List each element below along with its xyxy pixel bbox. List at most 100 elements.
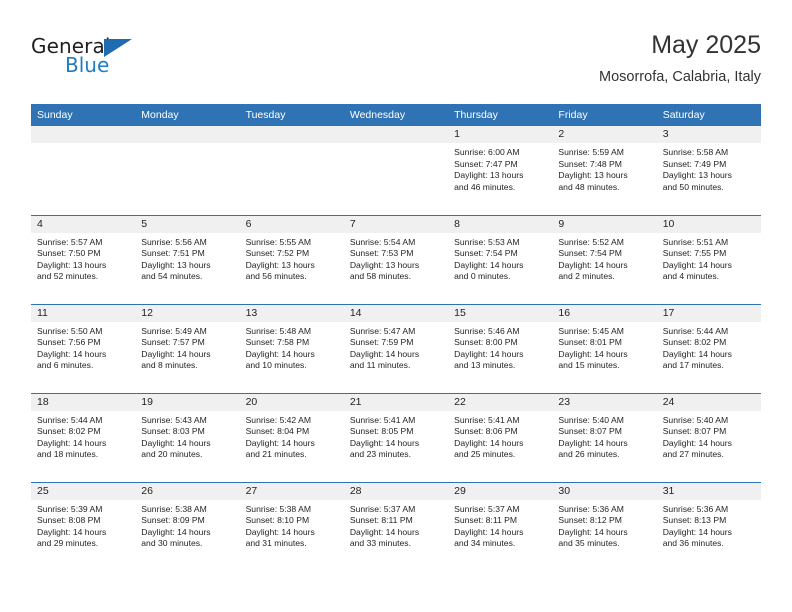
day-number (239, 126, 344, 143)
day-number: 30 (552, 482, 657, 500)
calendar-day-cell[interactable]: 31 Sunrise: 5:36 AM Sunset: 8:13 PM Dayligh… (656, 481, 761, 572)
daylight-duration-line2: and 8 minutes. (141, 360, 198, 371)
calendar-day-cell[interactable]: 6 Sunrise: 5:55 AM Sunset: 7:52 PM Daylight… (239, 214, 344, 304)
calendar-day-cell[interactable]: 27 Sunrise: 5:38 AM Sunset: 8:10 PM Dayligh… (239, 481, 344, 571)
day-cell-content: 28 Sunrise: 5:37 AM Sunset: 8:11 PM Dayligh… (343, 482, 449, 572)
calendar-day-cell[interactable]: 30 Sunrise: 5:36 AM Sunset: 8:12 PM Dayligh… (552, 481, 657, 571)
calendar-day-cell[interactable]: 18 Sunrise: 5:44 AM Sunset: 8:02 PM Dayligh… (31, 392, 136, 482)
day-details: Sunrise: 5:44 AM Sunset: 8:02 PM Daylight:… (31, 411, 135, 461)
calendar-day-cell[interactable]: 13 Sunrise: 5:48 AM Sunset: 7:58 PM Dayligh… (239, 303, 344, 393)
day-cell-content: 11 Sunrise: 5:50 AM Sunset: 7:56 PM Dayligh… (31, 304, 136, 393)
day-details: Sunrise: 5:58 AM Sunset: 7:49 PM Daylight:… (657, 143, 761, 193)
sunset-time: Sunset: 8:02 PM (662, 337, 727, 348)
brand-logo[interactable]: General Blue (31, 34, 211, 90)
sunset-time: Sunset: 7:51 PM (141, 248, 205, 259)
sunrise-time: Sunrise: 5:41 AM (454, 414, 520, 425)
calendar-day-cell[interactable]: 9 Sunrise: 5:52 AM Sunset: 7:54 PM Daylight… (552, 214, 657, 304)
calendar-day-cell[interactable]: 17 Sunrise: 5:44 AM Sunset: 8:02 PM Dayligh… (656, 303, 761, 393)
calendar-day-cell[interactable]: 21 Sunrise: 5:41 AM Sunset: 8:05 PM Dayligh… (343, 392, 449, 482)
sunset-time: Sunset: 7:47 PM (454, 158, 518, 169)
day-details: Sunrise: 5:46 AM Sunset: 8:00 PM Daylight:… (448, 322, 552, 372)
calendar-day-cell[interactable]: 2 Sunrise: 5:59 AM Sunset: 7:48 PM Daylight… (552, 126, 657, 215)
daylight-duration-line2: and 31 minutes. (245, 538, 307, 549)
page-title: May 2025 (651, 31, 761, 59)
daylight-duration-line2: and 34 minutes. (454, 538, 516, 549)
calendar-day-cell[interactable]: 15 Sunrise: 5:46 AM Sunset: 8:00 PM Dayligh… (448, 303, 553, 393)
sunset-time: Sunset: 8:02 PM (37, 426, 101, 437)
day-number: 11 (31, 304, 136, 322)
daylight-duration-line2: and 27 minutes. (662, 449, 724, 460)
day-cell-content (343, 126, 449, 215)
day-number: 21 (343, 393, 449, 411)
daylight-duration-line1: Daylight: 14 hours (37, 348, 107, 359)
calendar-day-cell[interactable]: 5 Sunrise: 5:56 AM Sunset: 7:51 PM Daylight… (135, 214, 240, 304)
calendar-day-cell[interactable]: 3 Sunrise: 5:58 AM Sunset: 7:49 PM Daylight… (656, 126, 761, 215)
sunrise-time: Sunrise: 5:44 AM (37, 414, 103, 425)
day-details: Sunrise: 5:41 AM Sunset: 8:06 PM Daylight:… (448, 411, 552, 461)
calendar-empty-cell (31, 126, 136, 215)
day-number: 19 (135, 393, 240, 411)
calendar-week-row: 25 Sunrise: 5:39 AM Sunset: 8:08 PM Dayligh… (31, 481, 761, 572)
daylight-duration-line1: Daylight: 14 hours (662, 437, 732, 448)
daylight-duration-line2: and 35 minutes. (558, 538, 620, 549)
daylight-duration-line2: and 58 minutes. (349, 271, 411, 282)
calendar-day-cell[interactable]: 22 Sunrise: 5:41 AM Sunset: 8:06 PM Dayligh… (448, 392, 553, 482)
day-details: Sunrise: 5:57 AM Sunset: 7:50 PM Daylight:… (31, 233, 135, 283)
sunset-time: Sunset: 7:58 PM (245, 337, 310, 348)
calendar-day-cell[interactable]: 12 Sunrise: 5:49 AM Sunset: 7:57 PM Dayligh… (135, 303, 240, 393)
calendar-day-cell[interactable]: 16 Sunrise: 5:45 AM Sunset: 8:01 PM Dayligh… (552, 303, 657, 393)
sunrise-time: Sunrise: 5:47 AM (349, 325, 416, 336)
daylight-duration-line2: and 52 minutes. (37, 271, 99, 282)
calendar-day-cell[interactable]: 23 Sunrise: 5:40 AM Sunset: 8:07 PM Dayligh… (552, 392, 657, 482)
day-details: Sunrise: 5:56 AM Sunset: 7:51 PM Daylight:… (135, 233, 239, 283)
calendar-day-cell[interactable]: 14 Sunrise: 5:47 AM Sunset: 7:59 PM Dayligh… (343, 303, 449, 393)
calendar-day-cell[interactable]: 26 Sunrise: 5:38 AM Sunset: 8:09 PM Dayligh… (135, 481, 240, 571)
day-cell-content: 18 Sunrise: 5:44 AM Sunset: 8:02 PM Dayligh… (31, 393, 136, 482)
day-details (344, 143, 448, 147)
day-number: 28 (343, 482, 449, 500)
calendar-day-cell[interactable]: 10 Sunrise: 5:51 AM Sunset: 7:55 PM Dayligh… (656, 214, 761, 304)
calendar-day-cell[interactable]: 20 Sunrise: 5:42 AM Sunset: 8:04 PM Dayligh… (239, 392, 344, 482)
day-cell-content: 21 Sunrise: 5:41 AM Sunset: 8:05 PM Dayligh… (343, 393, 449, 482)
daylight-duration-line2: and 33 minutes. (349, 538, 411, 549)
calendar-day-cell[interactable]: 19 Sunrise: 5:43 AM Sunset: 8:03 PM Dayligh… (135, 392, 240, 482)
calendar-day-cell[interactable]: 11 Sunrise: 5:50 AM Sunset: 7:56 PM Dayligh… (31, 303, 136, 393)
calendar-day-cell[interactable]: 4 Sunrise: 5:57 AM Sunset: 7:50 PM Daylight… (31, 214, 136, 304)
day-cell-content: 31 Sunrise: 5:36 AM Sunset: 8:13 PM Dayligh… (656, 482, 761, 572)
calendar-day-cell[interactable]: 24 Sunrise: 5:40 AM Sunset: 8:07 PM Dayligh… (656, 392, 761, 482)
calendar-day-cell[interactable]: 28 Sunrise: 5:37 AM Sunset: 8:11 PM Dayligh… (343, 481, 449, 572)
sunrise-time: Sunrise: 5:38 AM (245, 503, 312, 514)
day-details: Sunrise: 5:59 AM Sunset: 7:48 PM Daylight:… (552, 143, 656, 193)
calendar-day-cell[interactable]: 7 Sunrise: 5:54 AM Sunset: 7:53 PM Daylight… (343, 214, 449, 304)
day-cell-content (31, 126, 136, 215)
day-number: 12 (135, 304, 240, 322)
daylight-duration-line1: Daylight: 14 hours (454, 437, 524, 448)
sunset-time: Sunset: 8:09 PM (141, 515, 205, 526)
page-header: General Blue May 2025 Mosorrofa, Calabri… (31, 30, 761, 98)
day-cell-content: 17 Sunrise: 5:44 AM Sunset: 8:02 PM Dayligh… (656, 304, 761, 393)
weekday-header-monday: Monday (135, 104, 240, 126)
sunset-time: Sunset: 8:04 PM (245, 426, 310, 437)
day-cell-content: 15 Sunrise: 5:46 AM Sunset: 8:00 PM Dayligh… (448, 304, 553, 393)
day-details: Sunrise: 5:54 AM Sunset: 7:53 PM Daylight:… (344, 233, 448, 283)
daylight-duration-line2: and 26 minutes. (558, 449, 620, 460)
day-details: Sunrise: 5:44 AM Sunset: 8:02 PM Daylight:… (657, 322, 761, 372)
calendar-day-cell[interactable]: 1 Sunrise: 6:00 AM Sunset: 7:47 PM Daylight… (448, 126, 553, 215)
day-number: 3 (656, 126, 761, 143)
calendar-day-cell[interactable]: 29 Sunrise: 5:37 AM Sunset: 8:11 PM Dayligh… (448, 481, 553, 571)
day-number: 2 (552, 126, 657, 143)
day-number: 20 (239, 393, 344, 411)
daylight-duration-line1: Daylight: 14 hours (141, 348, 211, 359)
calendar-empty-cell (135, 126, 240, 215)
daylight-duration-line1: Daylight: 13 hours (662, 170, 732, 181)
sunset-time: Sunset: 7:54 PM (558, 248, 622, 259)
day-cell-content: 1 Sunrise: 6:00 AM Sunset: 7:47 PM Daylight… (448, 126, 553, 215)
calendar-week-row: 18 Sunrise: 5:44 AM Sunset: 8:02 PM Dayligh… (31, 392, 761, 482)
sunrise-time: Sunrise: 5:43 AM (141, 414, 207, 425)
daylight-duration-line2: and 15 minutes. (558, 360, 620, 371)
page-subtitle: Mosorrofa, Calabria, Italy (599, 69, 761, 85)
calendar-day-cell[interactable]: 25 Sunrise: 5:39 AM Sunset: 8:08 PM Dayligh… (31, 481, 136, 572)
sunrise-time: Sunrise: 5:49 AM (141, 325, 207, 336)
day-cell-content: 25 Sunrise: 5:39 AM Sunset: 8:08 PM Dayligh… (31, 482, 136, 572)
calendar-day-cell[interactable]: 8 Sunrise: 5:53 AM Sunset: 7:54 PM Daylight… (448, 214, 553, 304)
